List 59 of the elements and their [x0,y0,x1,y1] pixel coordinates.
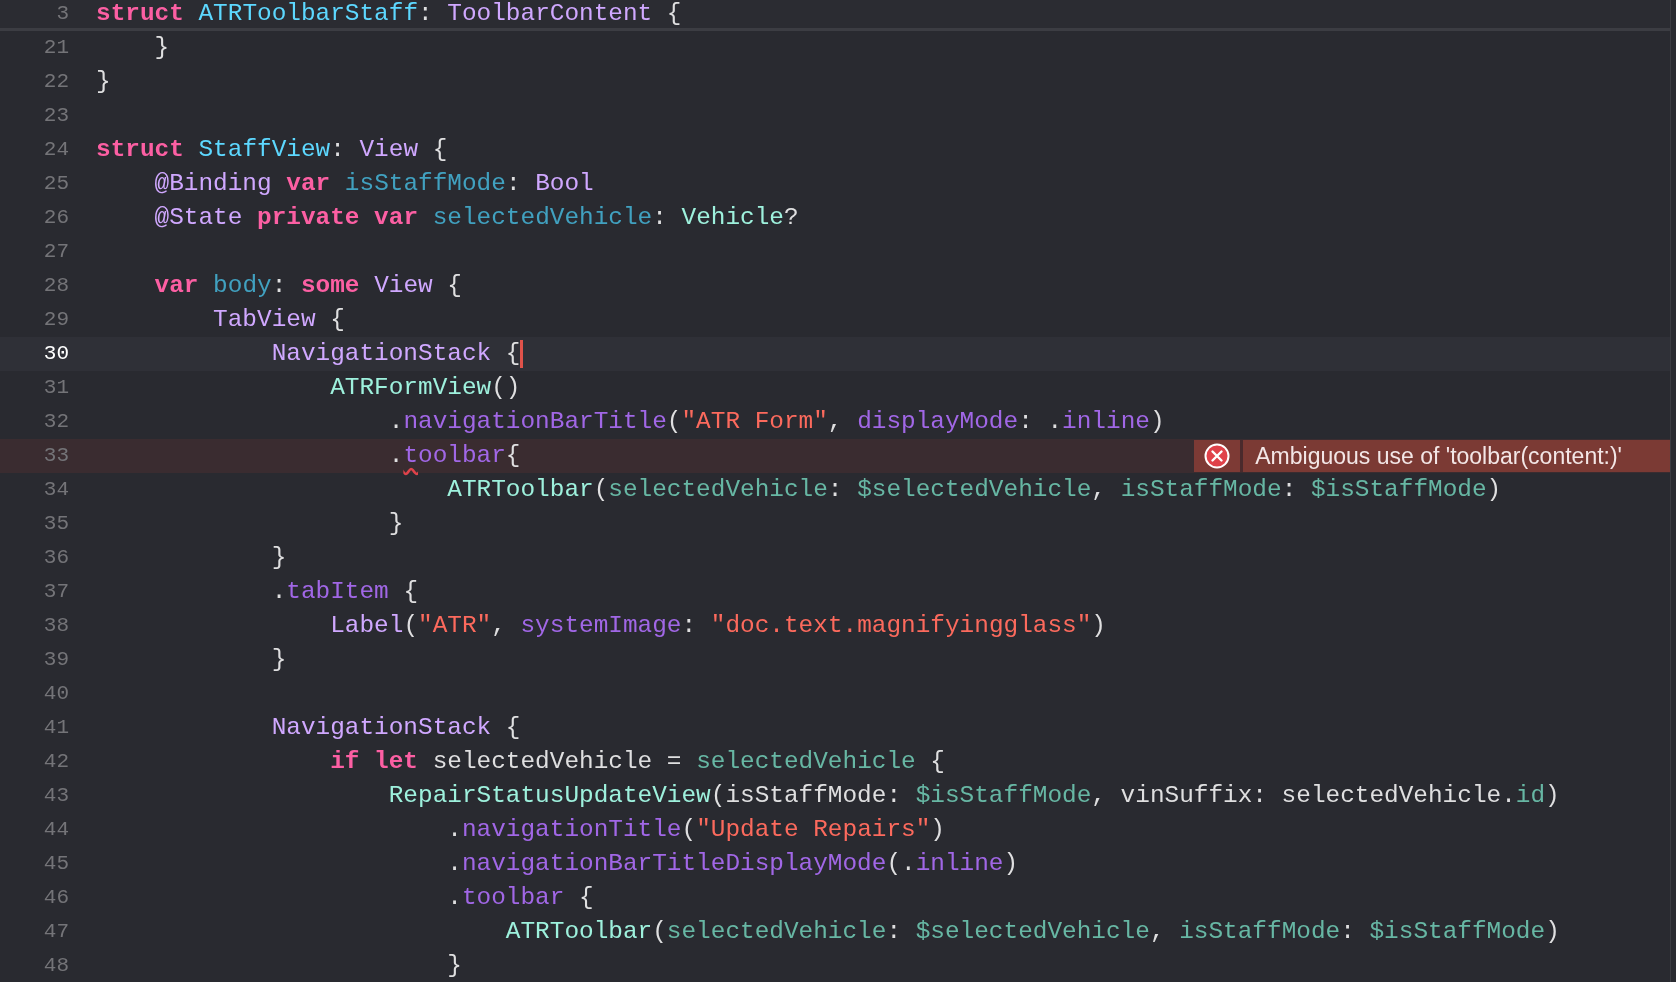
code-line: ATRToolbar(selectedVehicle: $selectedVehicle, isStaffMode: $isStaffMode) [446,475,1502,505]
error-message: Ambiguous use of 'toolbar(content:)' [1254,442,1623,471]
line-number: 36 [42,545,69,571]
line-number: 22 [42,69,69,95]
code-line: .tabItem { [270,577,419,607]
line-number: 33 [42,443,69,469]
code-line: .navigationBarTitle("ATR Form", displayMode: .inline) [387,407,1165,437]
line-number: 26 [42,205,69,231]
line-number: 24 [42,137,69,163]
line-number: 29 [42,307,69,333]
code-line: @State private var selectedVehicle: Vehicle? [153,203,799,233]
line-number: 31 [42,375,69,401]
code-line: .toolbar{ [387,441,521,471]
line-number: 39 [42,647,69,673]
code-line: ATRToolbar(selectedVehicle: $selectedVehicle, isStaffMode: $isStaffMode) [504,917,1560,947]
line-number: 45 [42,851,69,877]
line-number: 44 [42,817,69,843]
code-line: RepairStatusUpdateView(isStaffMode: $isStaffMode, vinSuffix: selectedVehicle.id) [387,781,1560,811]
line-number: 27 [42,239,69,265]
line-number: 28 [42,273,69,299]
line-number: 43 [42,783,69,809]
error-banner[interactable]: Ambiguous use of 'toolbar(content:)' [1194,440,1670,472]
code-line: .toolbar { [446,883,594,913]
code-line: } [153,33,170,63]
line-number: 23 [42,103,69,129]
code-line: TabView { [212,305,345,335]
code-line: } [446,951,462,981]
line-number: 32 [42,409,69,435]
code-line: struct ATRToolbarStaff: ToolbarContent { [96,0,682,28]
code-line: NavigationStack { [96,337,524,371]
code-line: var body: some View { [153,271,462,301]
code-line: NavigationStack { [270,713,521,743]
code-line: .navigationBarTitleDisplayMode(.inline) [446,849,1019,879]
error-icon [1204,443,1231,469]
line-number: 41 [42,715,69,741]
line-number: 35 [42,511,69,537]
line-number: 25 [42,171,69,197]
code-line: @Binding var isStaffMode: Bool [153,169,594,199]
line-number: 30 [42,341,69,367]
line-number: 3 [55,1,69,27]
text-cursor [520,339,524,368]
code-line: } [270,543,287,573]
code-line: if let selectedVehicle = selectedVehicle { [329,747,945,777]
line-number: 40 [42,681,69,707]
code-line: } [387,509,404,539]
code-line: .navigationTitle("Update Repairs") [446,815,945,845]
code-line: struct StaffView: View { [96,135,448,165]
line-number: 47 [42,919,69,945]
code-line: } [270,645,287,675]
line-number: 21 [42,35,69,61]
line-number: 46 [42,885,69,911]
line-number: 48 [42,953,69,979]
line-number: 38 [42,613,69,639]
code-line: ATRFormView() [329,373,521,403]
line-number: 42 [42,749,69,775]
line-number: 34 [42,477,69,503]
code-line: } [96,67,111,97]
code-line: Label("ATR", systemImage: "doc.text.magnifyingglass") [329,611,1106,641]
line-number: 37 [42,579,69,605]
